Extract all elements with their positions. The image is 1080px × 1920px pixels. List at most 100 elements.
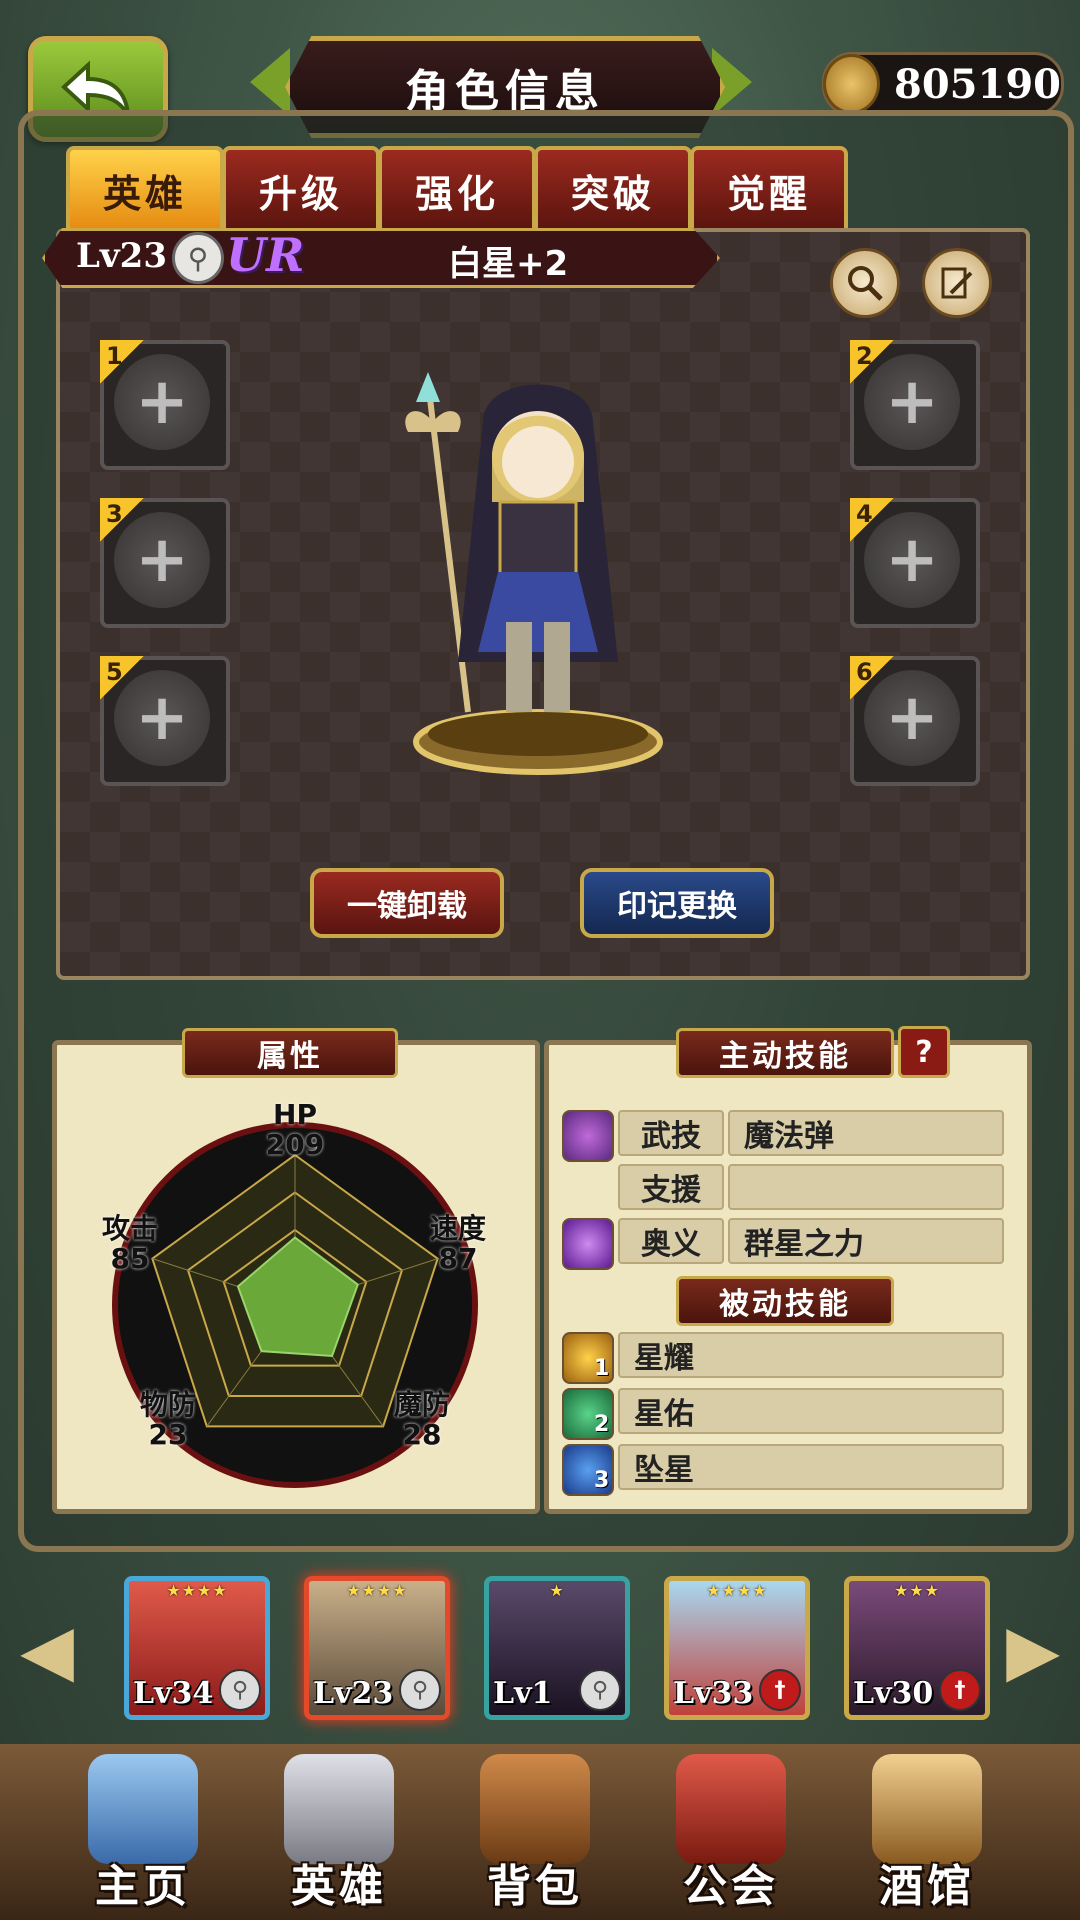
roster-next-button[interactable]: ▶ [1000,1600,1066,1700]
ultimate-skill-name[interactable]: 群星之力 [728,1218,1004,1264]
key-icon: ⚲ [172,232,224,284]
tab-hero[interactable]: 英雄 [66,146,224,234]
support-skill-tag: 支援 [618,1164,724,1210]
nav-hero-label: 英雄 [291,1861,387,1912]
card-level: Lv33 [673,1676,754,1711]
card-stars: ★★★ [893,1581,941,1600]
roster-hero-card-1[interactable]: ★★★★ Lv34 ⚲ [124,1576,270,1720]
skill-help-button[interactable]: ? [898,1026,950,1078]
helmet-icon [284,1754,394,1864]
beer-icon [872,1754,982,1864]
stat-mdef-label: 魔防 [393,1388,450,1421]
stat-speed-label: 速度 [429,1212,486,1245]
nav-home[interactable]: 主页 [48,1744,238,1920]
card-level: Lv34 [133,1676,214,1711]
sword-icon: † [939,1669,981,1711]
plus-icon: + [114,354,210,450]
shield-icon [676,1754,786,1864]
equipment-slot-2[interactable]: 2 + [850,340,980,470]
staff-skill-icon [562,1110,614,1162]
support-skill-name[interactable] [728,1164,1004,1210]
nav-tavern[interactable]: 酒馆 [832,1744,1022,1920]
roster-hero-card-3[interactable]: ★ Lv1 ⚲ [484,1576,630,1720]
equipment-slot-4[interactable]: 4 + [850,498,980,628]
equipment-slot-1[interactable]: 1 + [100,340,230,470]
passive-skill-name[interactable]: 星耀 [618,1332,1004,1378]
stat-attack: 攻击 85 [90,1214,170,1274]
tab-level-up[interactable]: 升级 [222,146,380,234]
purple-orb-icon [562,1218,614,1270]
stat-speed-value: 87 [438,1242,478,1275]
stat-hp-value: 209 [265,1128,325,1161]
plus-icon: + [864,512,960,608]
stat-mdef-value: 28 [402,1418,442,1451]
nav-tavern-label: 酒馆 [879,1861,975,1912]
magnifier-icon [848,266,883,301]
nav-guild[interactable]: 公会 [636,1744,826,1920]
plus-icon: + [114,512,210,608]
passive-skill-number: 3 [594,1468,610,1493]
key-icon: ⚲ [219,1669,261,1711]
nav-hero[interactable]: 英雄 [244,1744,434,1920]
currency-display: 805190 [822,52,1064,116]
card-stars: ★ [549,1581,565,1600]
hero-star-rank: 白星+2 [448,244,569,284]
roster-hero-card-2[interactable]: ★★★★ Lv23 ⚲ [304,1576,450,1720]
currency-value: 805190 [894,60,1061,108]
tab-enhance[interactable]: 强化 [378,146,536,234]
tab-breakthrough[interactable]: 突破 [534,146,692,234]
roster-prev-button[interactable]: ◀ [14,1600,80,1700]
nav-bag-label: 背包 [487,1861,583,1912]
stat-speed: 速度 87 [418,1214,498,1274]
stat-hp-label: HP [273,1098,317,1131]
card-level: Lv23 [313,1676,394,1711]
passive-skill-name[interactable]: 坠星 [618,1444,1004,1490]
stat-pdef: 物防 23 [128,1390,208,1450]
active-skill-name[interactable]: 魔法弹 [728,1110,1004,1156]
active-skill-tag: 武技 [618,1110,724,1156]
key-icon: ⚲ [579,1669,621,1711]
card-stars: ★★★★ [706,1581,768,1600]
inspect-button[interactable] [830,248,900,318]
card-level: Lv30 [853,1676,934,1711]
stat-hp: HP 209 [250,1100,340,1160]
stat-pdef-value: 23 [148,1418,188,1451]
card-stars: ★★★★ [346,1581,408,1600]
passive-skill-header: 被动技能 [676,1276,894,1326]
stat-mdef: 魔防 28 [382,1390,462,1450]
active-skill-header: 主动技能 [676,1028,894,1078]
equipment-slot-3[interactable]: 3 + [100,498,230,628]
nav-home-label: 主页 [95,1861,191,1912]
passive-skill-number: 1 [594,1356,610,1381]
sword-icon: † [759,1669,801,1711]
passive-skill-name[interactable]: 星佑 [618,1388,1004,1434]
title-left-ornament [250,48,290,116]
note-edit-icon [941,267,973,299]
stat-attack-value: 85 [110,1242,150,1275]
roster-hero-card-4[interactable]: ★★★★ Lv33 † [664,1576,810,1720]
roster-hero-card-5[interactable]: ★★★ Lv30 † [844,1576,990,1720]
tab-awaken[interactable]: 觉醒 [690,146,848,234]
plus-icon: + [114,670,210,766]
card-level: Lv1 [493,1676,553,1711]
hero-level: Lv23 [76,236,167,276]
unequip-all-button[interactable]: 一键卸载 [310,868,504,938]
equipment-slot-6[interactable]: 6 + [850,656,980,786]
nav-guild-label: 公会 [683,1861,779,1912]
bag-icon [480,1754,590,1864]
change-mark-button[interactable]: 印记更换 [580,868,774,938]
nav-bag[interactable]: 背包 [440,1744,630,1920]
plus-icon: + [864,670,960,766]
gold-coin-icon [823,54,880,114]
equipment-slot-5[interactable]: 5 + [100,656,230,786]
stat-attack-label: 攻击 [101,1212,158,1245]
passive-skill-number: 2 [594,1412,610,1437]
key-icon: ⚲ [399,1669,441,1711]
attribute-header: 属性 [182,1028,398,1078]
hero-rarity: UR [226,228,305,282]
stat-pdef-label: 物防 [139,1388,196,1421]
castle-icon [88,1754,198,1864]
hero-figure [405,372,663,775]
edit-button[interactable] [922,248,992,318]
ultimate-skill-tag: 奥义 [618,1218,724,1264]
